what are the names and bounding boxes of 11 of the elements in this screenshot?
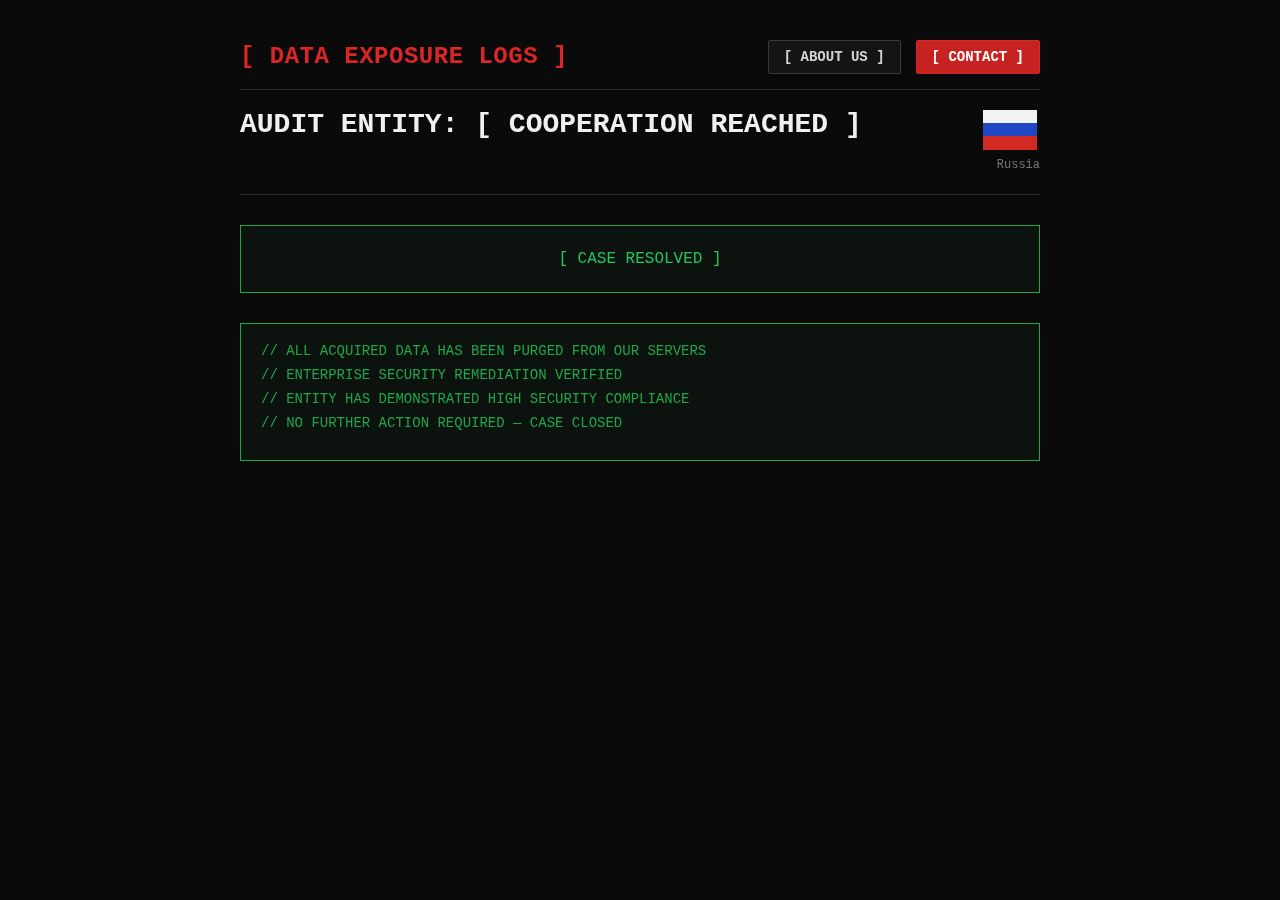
note-line: // NO FURTHER ACTION REQUIRED — CASE CLOSED bbox=[261, 414, 624, 432]
nav-button[interactable]: [ CONTACT ] bbox=[915, 40, 1040, 74]
country-label: Russia bbox=[996, 157, 1040, 174]
entity-heading: AUDIT ENTITY: [ COOPERATION REACHED ] bbox=[240, 110, 862, 142]
status-label: [ CASE RESOLVED ] bbox=[558, 249, 722, 270]
note-line: // ENTITY HAS DEMONSTRATED HIGH SECURITY COMPLIANCE bbox=[261, 390, 691, 408]
nav-button[interactable]: [ ABOUT US ] bbox=[767, 40, 901, 74]
note-line: // ENTERPRISE SECURITY REMEDIATION VERIFIED bbox=[261, 366, 624, 384]
note-line: // ALL ACQUIRED DATA HAS BEEN PURGED FROM OUR SERVERS bbox=[261, 342, 708, 360]
flag-icon bbox=[983, 110, 1037, 150]
page-title: [ DATA EXPOSURE LOGS ] bbox=[240, 42, 568, 72]
